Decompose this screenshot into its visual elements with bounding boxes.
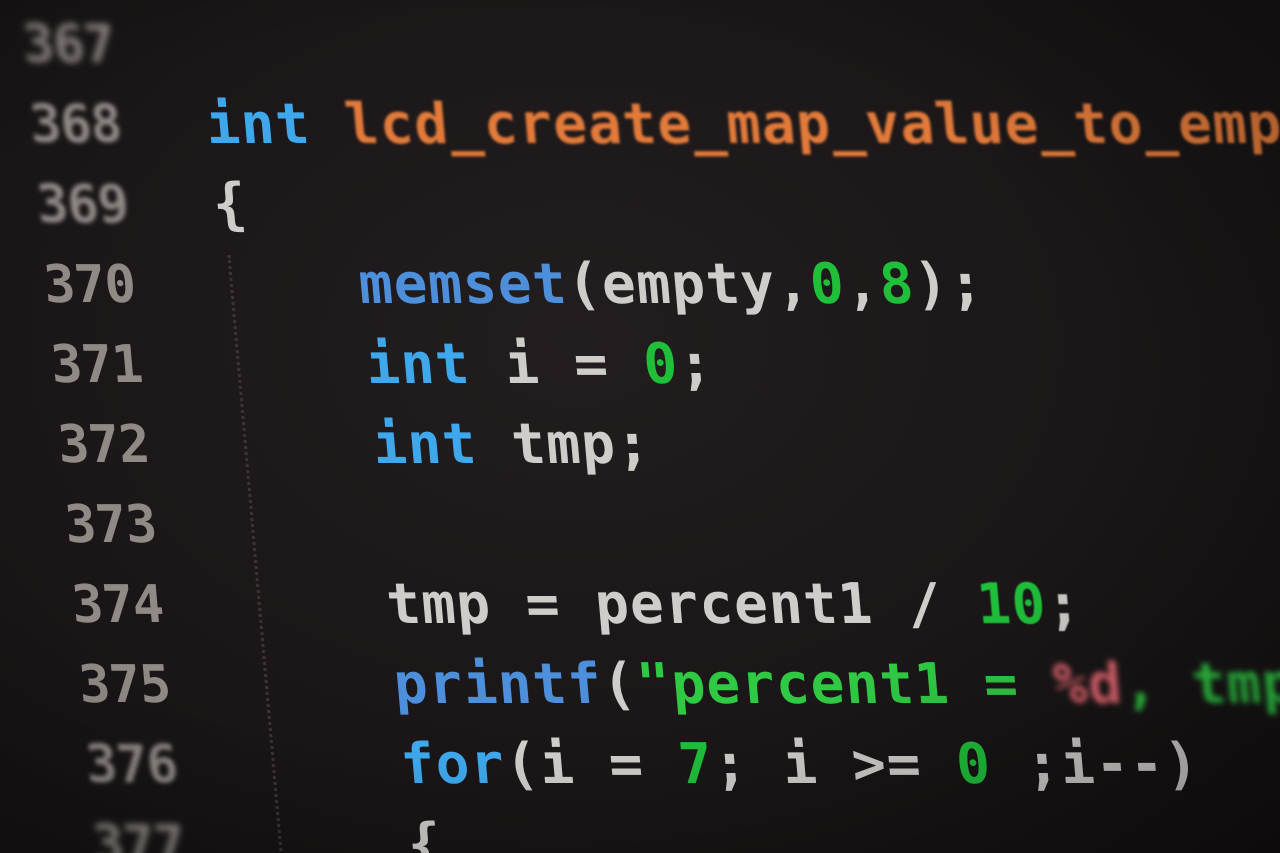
code-token-punc: ); [911, 252, 987, 317]
code-token-num: 0 [953, 732, 994, 797]
code-token-kw: int [369, 412, 480, 477]
code-token-punc: ( [599, 652, 640, 717]
code-token-fn: printf [390, 652, 605, 717]
code-line[interactable]: 368 int lcd_create_map_value_to_empty(uin… [7, 85, 1280, 165]
code-token-fmt: %d [1050, 652, 1126, 717]
line-number: 376 [83, 735, 180, 795]
code-text: { [265, 805, 446, 853]
code-line[interactable]: 374 tmp = percent1 / 10; [49, 565, 1280, 645]
screen: 367368int lcd_create_map_value_to_empty(… [0, 0, 1280, 853]
code-token-punc: ; [675, 332, 716, 397]
code-token-punc: tmp = percent1 / [383, 572, 980, 637]
code-token-fn: memset [355, 252, 570, 317]
code-token-punc: tmp; [474, 412, 654, 477]
code-text: int tmp; [230, 405, 654, 485]
code-text: int i = 0; [223, 325, 716, 405]
code-token-str: "percent1 = [633, 652, 1057, 717]
code-line[interactable]: 373 [42, 485, 1280, 565]
code-editor[interactable]: 367368int lcd_create_map_value_to_empty(… [0, 0, 1280, 853]
code-token-kw: int [362, 332, 473, 397]
code-token-kw: int [203, 92, 348, 157]
code-token-num: 10 [974, 572, 1050, 637]
code-token-punc: { [404, 812, 446, 853]
code-token-punc: ;i--) [988, 732, 1203, 797]
code-text: int lcd_create_map_value_to_empty(uint [202, 85, 1280, 165]
code-token-punc: ; i >= [710, 732, 960, 797]
code-text: memset(empty,0,8); [216, 245, 987, 325]
code-line[interactable]: 375 printf("percent1 = %d, tmp = %d\n [56, 645, 1280, 725]
code-token-num: 0 [807, 252, 848, 317]
code-token-punc: (i = [502, 732, 682, 797]
line-number: 368 [27, 95, 124, 155]
code-token-str: , tmp = [1119, 652, 1280, 717]
line-number: 367 [20, 15, 117, 75]
code-token-punc: , [841, 252, 883, 317]
code-token-fn-def: lcd_create_map_value_to_empty [341, 92, 1280, 157]
code-line[interactable]: 371 int i = 0; [28, 325, 1280, 405]
code-text: { [209, 165, 251, 245]
code-line[interactable]: 369 { [14, 165, 1280, 245]
line-number: 374 [69, 575, 166, 635]
line-number: 375 [76, 655, 173, 715]
code-line[interactable]: 370 memset(empty,0,8); [21, 245, 1280, 325]
line-number: 370 [41, 255, 138, 315]
line-number: 377 [90, 815, 187, 853]
code-token-kw: for [397, 732, 508, 797]
code-line[interactable]: 377 { [70, 805, 1280, 853]
code-token-punc: { [210, 172, 251, 237]
line-number: 372 [55, 415, 152, 475]
code-text: tmp = percent1 / 10; [244, 565, 1084, 645]
code-token-punc: (empty, [564, 252, 813, 317]
line-number: 371 [48, 335, 145, 395]
line-number: 373 [62, 495, 159, 555]
code-text: for(i = 7; i >= 0 ;i--) [258, 725, 1202, 805]
code-text: printf("percent1 = %d, tmp = %d\n [251, 645, 1280, 725]
code-line[interactable]: 376 for(i = 7; i >= 0 ;i--) [63, 725, 1280, 805]
code-token-punc: ; [1043, 572, 1084, 637]
code-line[interactable]: 372 int tmp; [35, 405, 1280, 485]
code-line[interactable]: 367 [0, 5, 1280, 85]
line-number: 369 [34, 175, 131, 235]
code-token-punc: i = [467, 332, 647, 397]
